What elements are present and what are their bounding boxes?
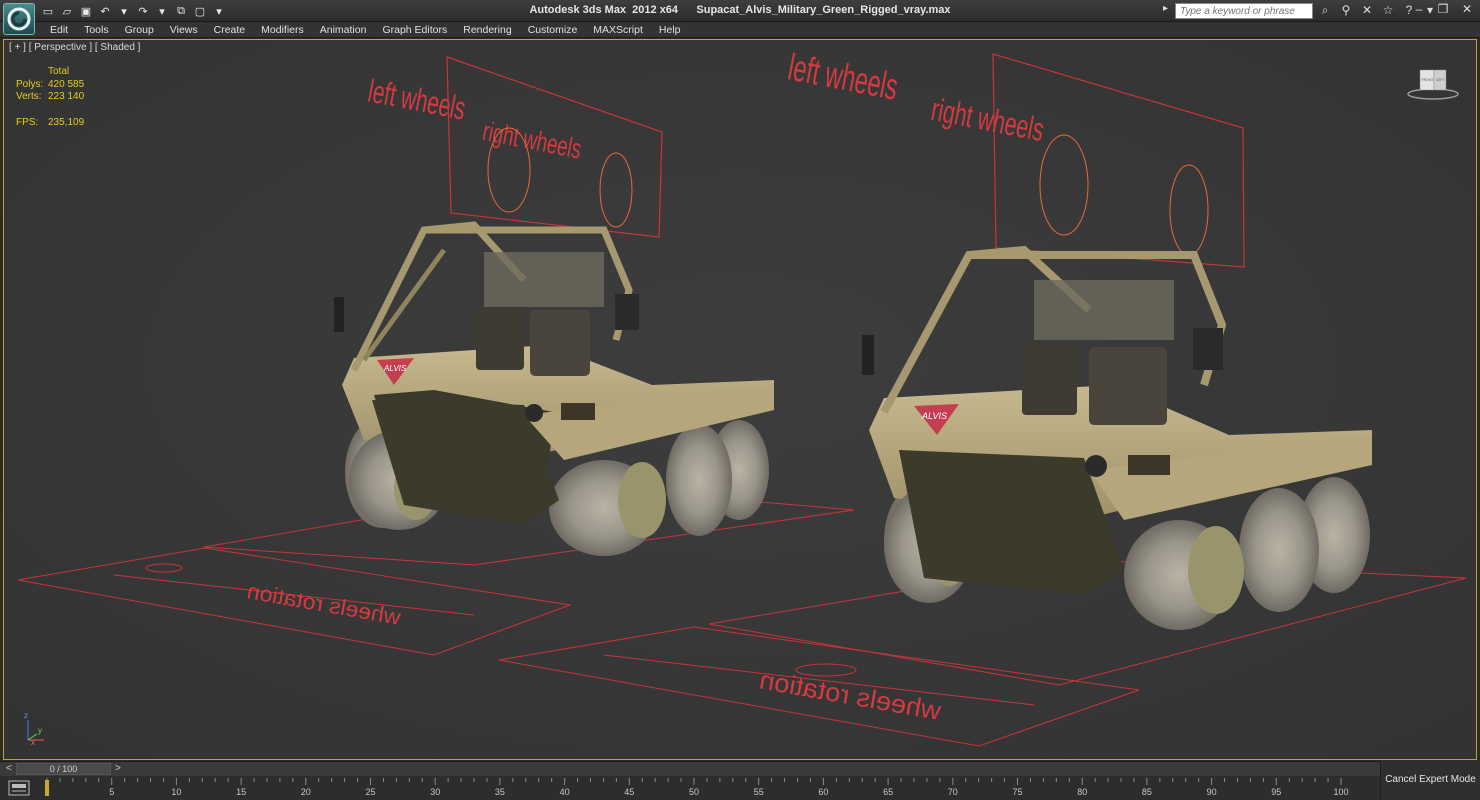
polys-label: Polys: <box>16 78 44 90</box>
communication-center-icon[interactable]: ✕ <box>1360 3 1374 18</box>
track-tick-label: 50 <box>689 787 699 797</box>
menu-modifiers[interactable]: Modifiers <box>253 23 312 37</box>
track-tick-label: 10 <box>171 787 181 797</box>
search-expand-icon[interactable]: ▸ <box>1163 3 1168 14</box>
axis-z-label: z <box>24 711 28 720</box>
menu-create[interactable]: Create <box>206 23 254 37</box>
app-name: Autodesk 3ds Max 2012 x64 <box>529 4 679 16</box>
alvis-logo-right: ALVIS <box>921 411 947 421</box>
track-bar[interactable]: 0510152025303540455055606570758085909510… <box>0 776 1380 800</box>
track-tick-label: 90 <box>1207 787 1217 797</box>
track-tick-label: 55 <box>754 787 764 797</box>
viewport-label-menu[interactable]: [ + ] [ Perspective ] [ Shaded ] <box>9 42 140 53</box>
menu-group[interactable]: Group <box>117 23 162 37</box>
polys-value: 420 585 <box>48 78 85 90</box>
track-tick-label: 30 <box>430 787 440 797</box>
track-tick-label: 35 <box>495 787 505 797</box>
track-tick-label: 25 <box>365 787 375 797</box>
track-tick-label: 40 <box>560 787 570 797</box>
window-controls: – ❐ ✕ <box>1412 2 1474 16</box>
app-logo-button[interactable] <box>3 3 35 35</box>
binoculars-icon[interactable]: ⌕ <box>1318 3 1332 18</box>
time-slider-prev[interactable]: < <box>6 763 12 774</box>
track-tick-label: 60 <box>818 787 828 797</box>
viewcube-left-label: LEFT <box>1436 78 1445 82</box>
time-slider-next[interactable]: > <box>115 763 121 774</box>
current-frame-marker[interactable] <box>45 780 49 796</box>
menu-views[interactable]: Views <box>162 23 206 37</box>
axis-x-label: x <box>31 738 35 747</box>
viewcube[interactable]: FRONT LEFT <box>1406 66 1460 102</box>
menu-bar: Edit Tools Group Views Create Modifiers … <box>0 22 1480 38</box>
menu-rendering[interactable]: Rendering <box>455 23 519 37</box>
track-tick-label: 5 <box>109 787 114 797</box>
menu-graph-editors[interactable]: Graph Editors <box>374 23 455 37</box>
scene-statistics: Total Polys: 420 585 Verts: 223 140 FPS: 23… <box>16 66 84 129</box>
menu-tools[interactable]: Tools <box>76 23 117 37</box>
title-bar: ▭ ▱ ▣ ↶ ▾ ↷ ▾ ⧉ ▢ ▾ Autodesk 3ds Max 201… <box>0 0 1480 35</box>
track-tick-label: 80 <box>1077 787 1087 797</box>
menu-animation[interactable]: Animation <box>312 23 375 37</box>
track-tick-label: 85 <box>1142 787 1152 797</box>
verts-value: 223 140 <box>48 91 85 102</box>
restore-icon[interactable]: ❐ <box>1436 2 1450 16</box>
time-slider-thumb[interactable]: 0 / 100 <box>16 763 111 775</box>
file-name: Supacat_Alvis_Military_Green_Rigged_vray… <box>696 4 951 16</box>
favorites-star-icon[interactable]: ☆ <box>1381 3 1395 18</box>
cancel-expert-mode-button[interactable]: Cancel Expert Mode <box>1380 761 1480 800</box>
menu-customize[interactable]: Customize <box>520 23 586 37</box>
track-tick-label: 75 <box>1012 787 1022 797</box>
track-tick-label: 95 <box>1271 787 1281 797</box>
track-tick-label: 65 <box>883 787 893 797</box>
fps-value: 235,109 <box>48 116 85 128</box>
menu-help[interactable]: Help <box>651 23 689 37</box>
track-tick-label: 20 <box>301 787 311 797</box>
subscription-icon[interactable]: ⚲ <box>1339 3 1353 18</box>
track-ticks: 0510152025303540455055606570758085909510… <box>44 778 1349 797</box>
alvis-logo-left: ALVIS <box>383 364 407 373</box>
stats-header: Total <box>48 66 70 77</box>
max-logo-icon <box>7 7 31 31</box>
track-tick-label: 15 <box>236 787 246 797</box>
viewport-scene: left wheels right wheels wheels rotation <box>4 40 1476 759</box>
fps-label: FPS: <box>16 116 39 128</box>
axis-y-label: y <box>38 726 42 735</box>
perspective-viewport[interactable]: left wheels right wheels wheels rotation <box>3 39 1477 760</box>
time-slider-bar: < 0 / 100 > <box>0 761 1380 776</box>
search-input[interactable] <box>1175 3 1313 19</box>
track-tick-label: 45 <box>624 787 634 797</box>
close-icon[interactable]: ✕ <box>1460 2 1474 16</box>
viewcube-front-label: FRONT <box>1422 78 1435 82</box>
menu-maxscript[interactable]: MAXScript <box>585 23 651 37</box>
track-tick-label: 100 <box>1333 787 1348 797</box>
menu-edit[interactable]: Edit <box>42 23 76 37</box>
track-tick-label: 70 <box>948 787 958 797</box>
minimize-icon[interactable]: – <box>1412 2 1426 16</box>
verts-label: Verts: <box>16 91 42 102</box>
